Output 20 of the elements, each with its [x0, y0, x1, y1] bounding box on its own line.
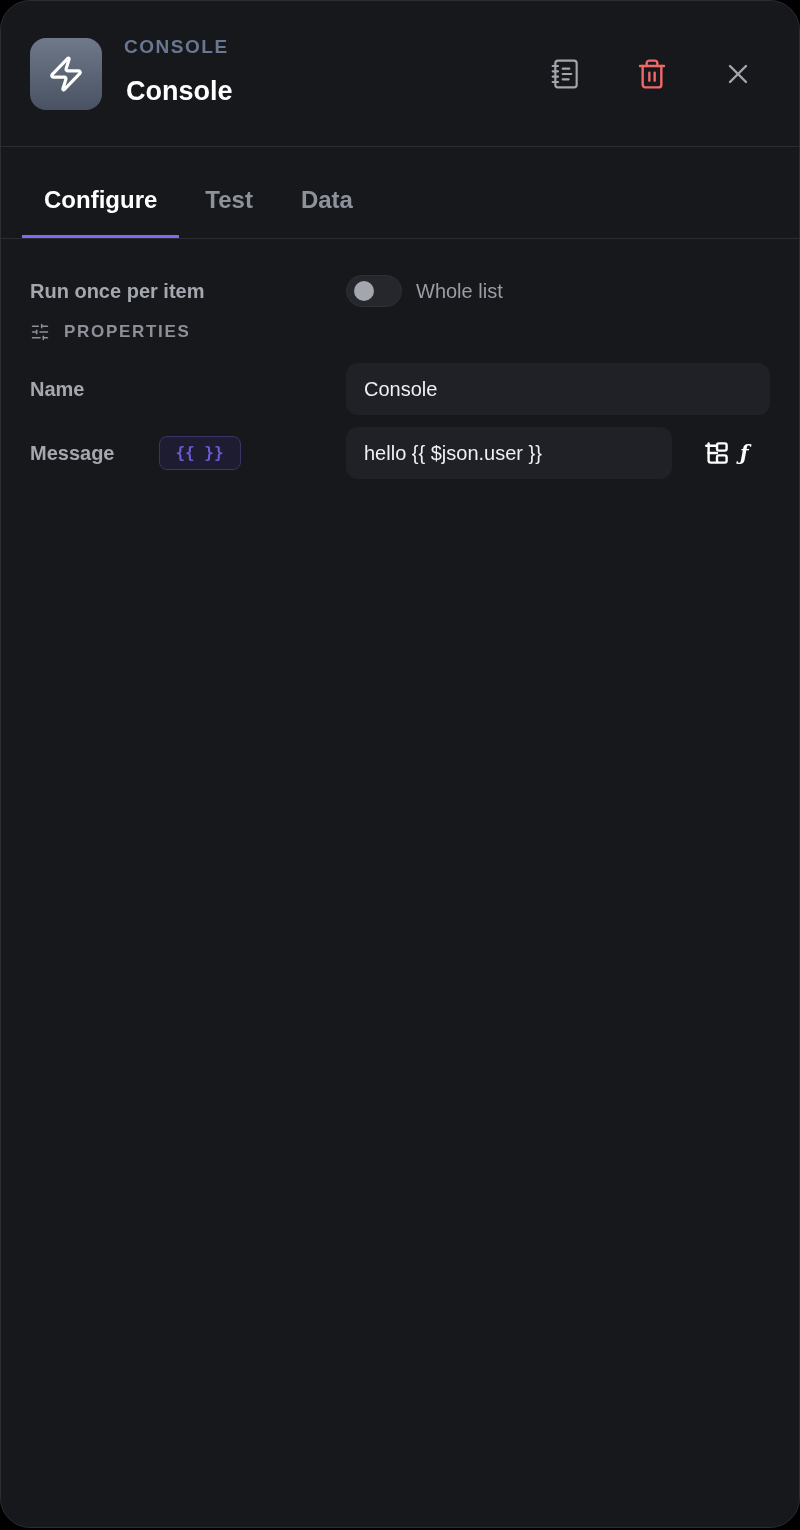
field-picker-button[interactable]: [704, 440, 730, 466]
tab[interactable]: Configure: [22, 147, 180, 238]
section-heading: PROPERTIES: [64, 321, 191, 343]
sliders-icon: [30, 322, 50, 342]
run-mode-toggle[interactable]: [346, 275, 402, 307]
tab[interactable]: Data: [278, 147, 375, 238]
node-category: CONSOLE: [124, 37, 229, 57]
function-button[interactable]: ƒ: [738, 440, 751, 466]
field-label: Message: [30, 441, 115, 466]
tab[interactable]: Test: [183, 147, 275, 238]
trash-icon: [636, 58, 668, 90]
expression-badge: {{ }}: [158, 436, 241, 470]
node-title: Console: [126, 75, 233, 107]
expression-field[interactable]: hello {{ $json.user }}: [346, 427, 672, 479]
tree-icon: [705, 442, 729, 464]
field-label: Name: [30, 377, 86, 402]
whole-list-label: Whole list: [416, 279, 503, 304]
lightning-icon: [30, 38, 102, 110]
run-mode-label: Run once per item: [30, 279, 206, 304]
text-field[interactable]: Console: [346, 363, 770, 415]
